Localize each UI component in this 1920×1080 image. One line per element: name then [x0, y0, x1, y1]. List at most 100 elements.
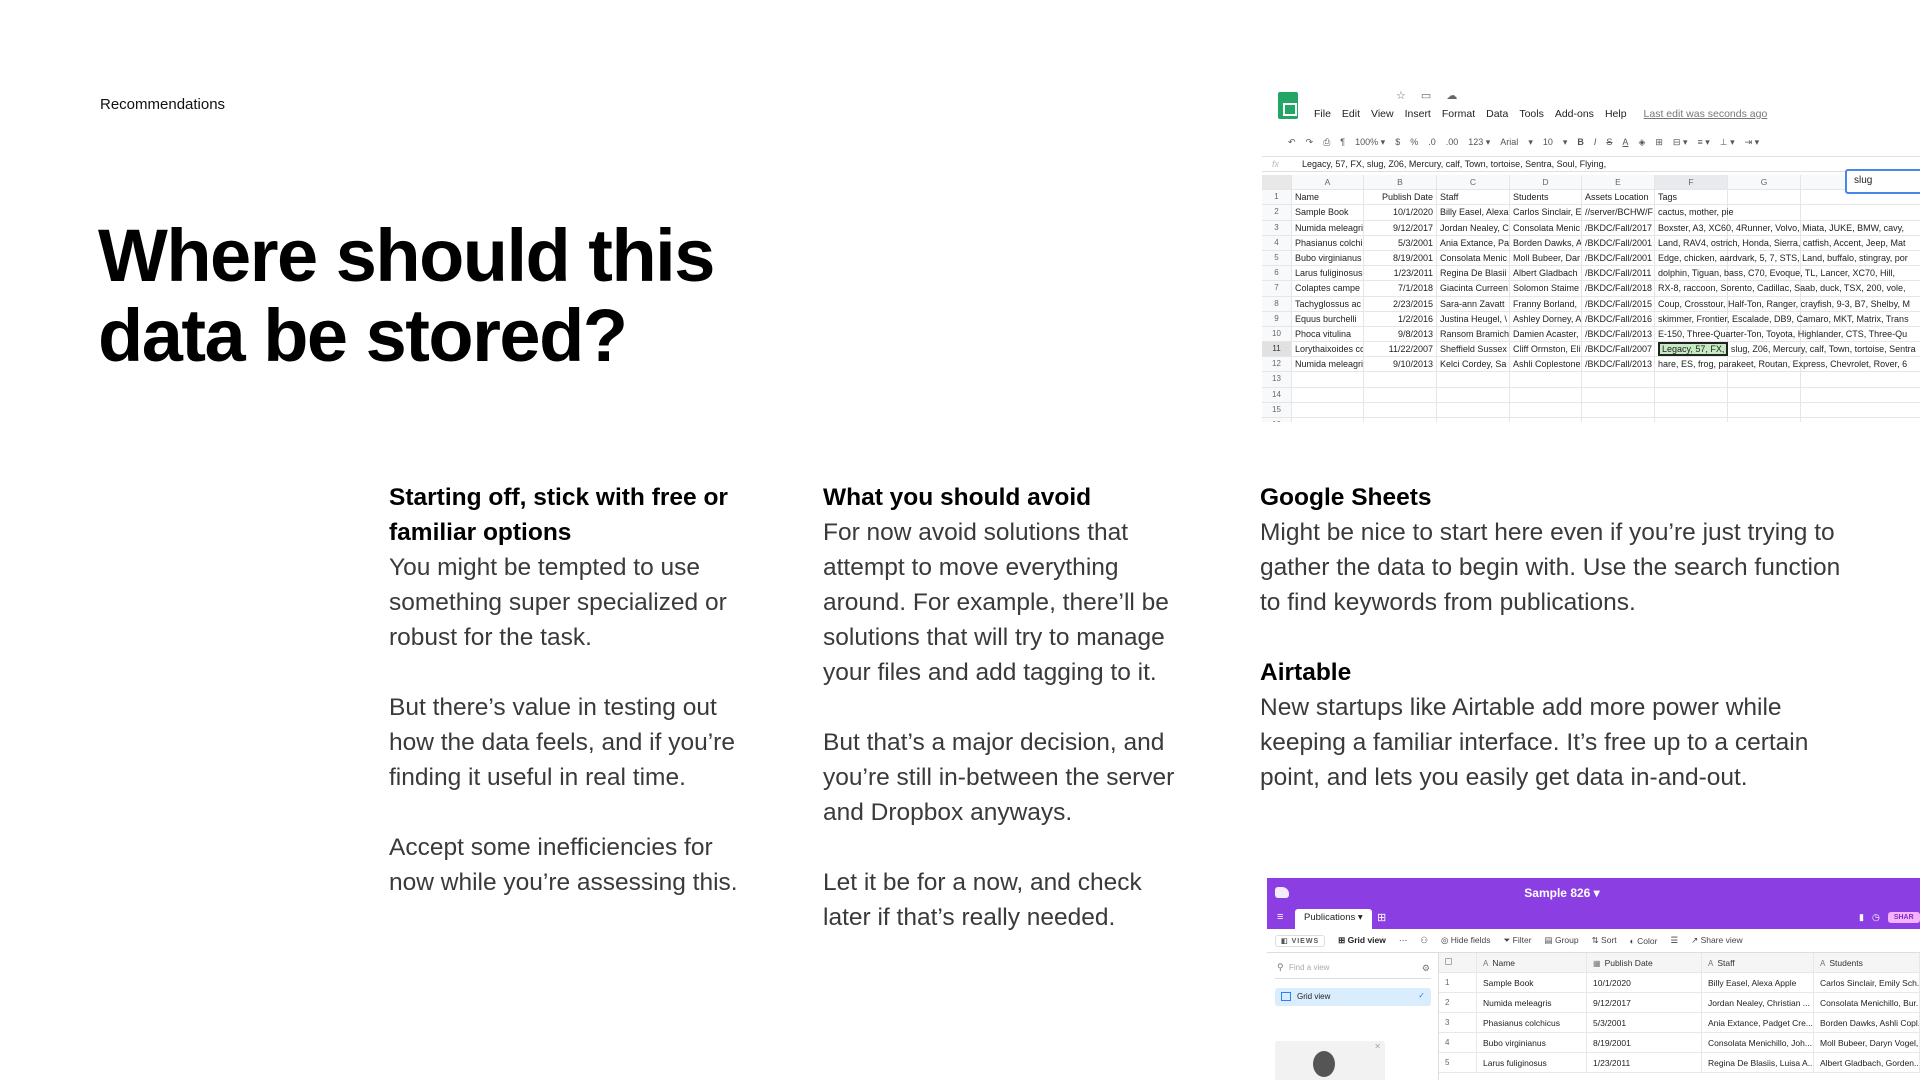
cell-publish-date[interactable]: [1364, 418, 1437, 422]
cell-staff[interactable]: Sheffield Sussex: [1437, 342, 1510, 357]
color-button[interactable]: ◐ Color: [1630, 936, 1658, 946]
cell-students[interactable]: Cliff Ormston, Eli: [1510, 342, 1582, 357]
cell-assets-location[interactable]: /BKDC/Fall/2001: [1582, 235, 1655, 250]
cell-publish-date[interactable]: [1364, 402, 1437, 417]
cell-staff[interactable]: Jordan Nealey, C: [1437, 220, 1510, 235]
cell-tags[interactable]: Coup, Crosstour, Half-Ton, Ranger, crayf…: [1655, 296, 1910, 311]
cell-students[interactable]: [1510, 387, 1582, 402]
tab-publications[interactable]: Publications ▾: [1295, 909, 1372, 929]
cell-assets-location[interactable]: /BKDC/Fall/2017: [1582, 220, 1655, 235]
cell-assets-location[interactable]: /BKDC/Fall/2015: [1582, 296, 1655, 311]
record-row[interactable]: 1 Sample Book 10/1/2020 Billy Easel, Alexa …: [1439, 973, 1920, 993]
record-students[interactable]: Carlos Sinclair, Emily Sch...: [1814, 973, 1920, 992]
row-number[interactable]: 1: [1262, 190, 1292, 205]
cell-publish-date[interactable]: 5/3/2001: [1364, 235, 1437, 250]
cell-tags[interactable]: cactus, mother, pie: [1655, 205, 1734, 220]
cell-name[interactable]: Numida meleagri: [1292, 220, 1364, 235]
increase-decimal-button[interactable]: .00: [1446, 137, 1459, 147]
cell-assets-location[interactable]: [1582, 387, 1655, 402]
empty-cell[interactable]: [1801, 205, 1920, 219]
formula-text[interactable]: Legacy, 57, FX, slug, Z06, Mercury, calf…: [1302, 159, 1606, 169]
row-number[interactable]: 12: [1262, 357, 1292, 372]
empty-cell[interactable]: [1728, 372, 1801, 387]
menu-addons[interactable]: Add-ons: [1555, 108, 1594, 120]
borders-icon[interactable]: ⊞: [1655, 137, 1663, 148]
record-students[interactable]: Albert Gladbach, Gorden...: [1814, 1053, 1920, 1072]
menu-format[interactable]: Format: [1442, 108, 1475, 120]
record-row[interactable]: 2 Numida meleagris 9/12/2017 Jordan Nealey,…: [1439, 993, 1920, 1013]
sheet-grid[interactable]: A B C D E F G 1 Name Publish Date Staff Stud…: [1262, 175, 1920, 422]
add-table-icon[interactable]: ⊞: [1377, 911, 1386, 924]
sort-button[interactable]: ⇅ Sort: [1592, 935, 1617, 946]
row-number[interactable]: 3: [1262, 220, 1292, 235]
row-number[interactable]: 15: [1262, 402, 1292, 417]
cell-publish-date[interactable]: [1364, 387, 1437, 402]
record-name[interactable]: Larus fuliginosus: [1477, 1053, 1587, 1072]
record-staff[interactable]: Jordan Nealey, Christian ...: [1702, 993, 1814, 1012]
cell-name[interactable]: [1292, 372, 1364, 387]
currency-button[interactable]: $: [1395, 137, 1400, 147]
share-button[interactable]: SHAR: [1887, 912, 1920, 923]
cell-tags[interactable]: dolphin, Tiguan, bass, C70, Evoque, TL, …: [1655, 266, 1895, 281]
cell-name[interactable]: Larus fuliginosus: [1292, 266, 1364, 281]
empty-cell[interactable]: [1801, 418, 1920, 422]
menu-data[interactable]: Data: [1486, 108, 1508, 120]
cell-name[interactable]: Lorythaixoides co: [1292, 342, 1364, 357]
empty-cell[interactable]: [1801, 388, 1920, 402]
record-row[interactable]: 4 Bubo virginianus 8/19/2001 Consolata Meni…: [1439, 1033, 1920, 1053]
grid-view-select[interactable]: ⊞ Grid view: [1338, 935, 1386, 946]
cell-staff[interactable]: Kelci Cordey, Sa: [1437, 357, 1510, 372]
redo-icon[interactable]: ↷: [1306, 137, 1314, 148]
empty-cell[interactable]: [1728, 418, 1801, 422]
collaborators-icon[interactable]: ⚇: [1420, 935, 1428, 946]
text-color-button[interactable]: A: [1622, 137, 1628, 147]
cell-tags[interactable]: [1655, 372, 1728, 387]
cell-name[interactable]: Equus burchelli: [1292, 311, 1364, 326]
cell-tags[interactable]: RX-8, raccoon, Sorento, Cadillac, Saab, …: [1655, 281, 1905, 296]
more-options-icon[interactable]: ⋯: [1399, 935, 1408, 946]
cell-staff[interactable]: Ransom Bramich: [1437, 326, 1510, 342]
font-size-select[interactable]: 10: [1543, 137, 1553, 147]
cell-staff[interactable]: Regina De Blasii: [1437, 266, 1510, 281]
empty-cell[interactable]: [1728, 387, 1801, 402]
cell-students[interactable]: Students: [1510, 190, 1582, 205]
field-header-staff[interactable]: A Staff: [1702, 953, 1814, 972]
column-header[interactable]: A: [1292, 175, 1364, 190]
paint-format-icon[interactable]: ¶: [1340, 137, 1345, 147]
row-height-icon[interactable]: ☰: [1670, 935, 1678, 946]
print-icon[interactable]: ⎙: [1323, 137, 1330, 148]
cell-publish-date[interactable]: 9/8/2013: [1364, 326, 1437, 342]
cell-assets-location[interactable]: /BKDC/Fall/2001: [1582, 250, 1655, 266]
cell-students[interactable]: [1510, 372, 1582, 387]
record-number[interactable]: 3: [1439, 1013, 1477, 1032]
cell-assets-location[interactable]: /BKDC/Fall/2018: [1582, 281, 1655, 296]
cell-name[interactable]: [1292, 418, 1364, 422]
record-staff[interactable]: Consolata Menichillo, Joh...: [1702, 1033, 1814, 1052]
cell-staff[interactable]: Sara-ann Zavatt: [1437, 296, 1510, 311]
empty-cell[interactable]: [1801, 372, 1920, 386]
column-header[interactable]: G: [1728, 175, 1801, 190]
cell-staff[interactable]: [1437, 387, 1510, 402]
row-number[interactable]: 13: [1262, 372, 1292, 387]
font-select[interactable]: Arial: [1500, 137, 1518, 147]
cell-name[interactable]: Tachyglossus ac: [1292, 296, 1364, 311]
record-number[interactable]: 2: [1439, 993, 1477, 1012]
cell-staff[interactable]: Giacinta Curreen: [1437, 281, 1510, 296]
share-view-button[interactable]: ↗ Share view: [1691, 935, 1743, 946]
row-number[interactable]: 6: [1262, 266, 1292, 281]
column-header[interactable]: D: [1510, 175, 1582, 190]
cell-name[interactable]: Bubo virginianus: [1292, 250, 1364, 266]
record-students[interactable]: Moll Bubeer, Daryn Vogel,...: [1814, 1033, 1920, 1052]
cell-name[interactable]: Colaptes campe: [1292, 281, 1364, 296]
record-name[interactable]: Bubo virginianus: [1477, 1033, 1587, 1052]
record-staff[interactable]: Regina De Blasiis, Luisa A...: [1702, 1053, 1814, 1072]
cell-students[interactable]: [1510, 418, 1582, 422]
cell-assets-location[interactable]: [1582, 402, 1655, 417]
cell-assets-location[interactable]: /BKDC/Fall/2013: [1582, 326, 1655, 342]
font-size-chevron-icon[interactable]: ▾: [1563, 137, 1568, 148]
merge-cells-icon[interactable]: ⊟ ▾: [1673, 137, 1688, 148]
cell-staff[interactable]: Ania Extance, Pa: [1437, 235, 1510, 250]
cell-publish-date[interactable]: Publish Date: [1364, 190, 1437, 205]
record-publish-date[interactable]: 5/3/2001: [1587, 1013, 1702, 1032]
record-number[interactable]: 4: [1439, 1033, 1477, 1052]
